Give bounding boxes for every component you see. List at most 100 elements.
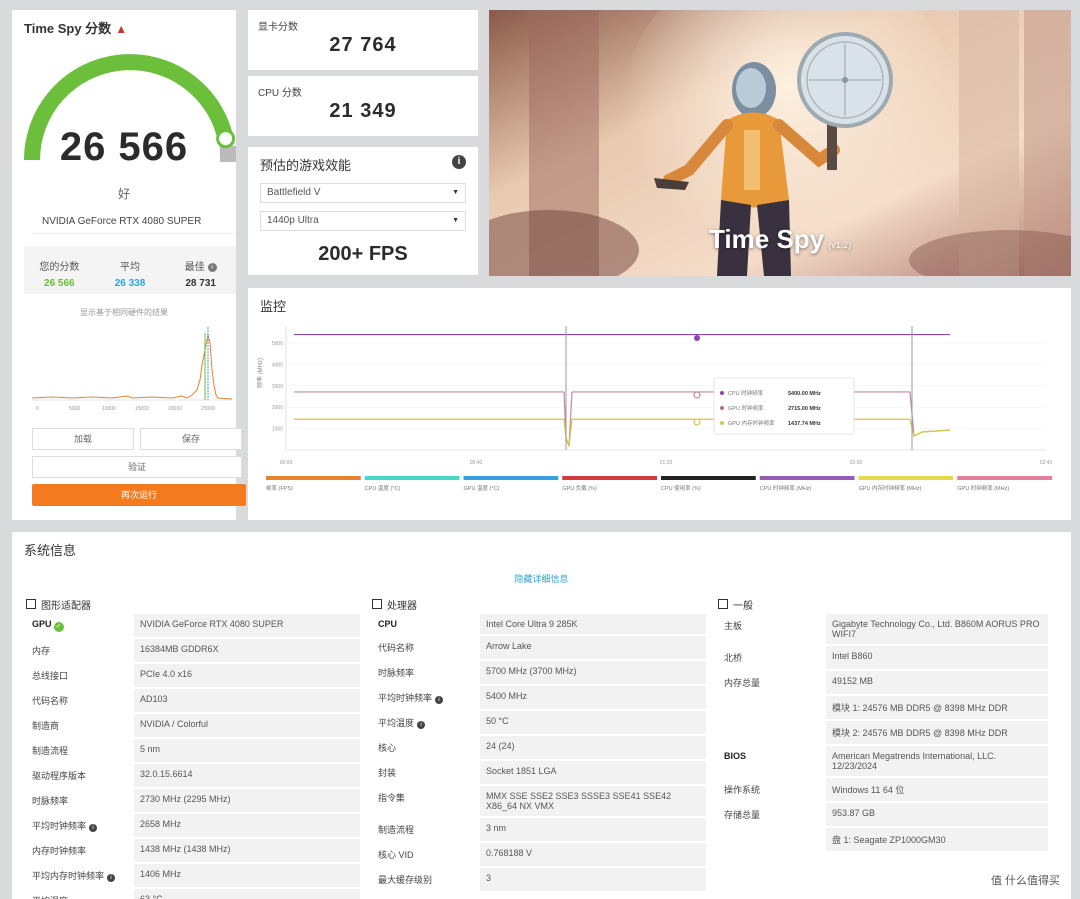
monitor-tooltip: CPU 时钟频率 5400.00 MHz GPU 时钟频率 2715.00 MHz GP… xyxy=(713,377,855,435)
info-key: 代码名称 xyxy=(378,643,415,653)
legend-swatch[interactable] xyxy=(858,476,954,480)
info-icon[interactable]: i xyxy=(89,824,98,832)
info-key: 制造流程 xyxy=(32,746,69,756)
info-row: 操作系统 Windows 11 64 位 xyxy=(718,778,1048,801)
info-icon[interactable]: i xyxy=(107,874,116,882)
graphics-score-card: 显卡分数 27 764 xyxy=(248,10,478,70)
validate-button[interactable]: 验证 xyxy=(32,456,242,478)
info-key: 平均温度i xyxy=(26,889,134,899)
monitor-icon xyxy=(26,599,36,609)
cpu-score-label: CPU 分数 xyxy=(258,88,302,99)
info-value: 模块 1: 24576 MB DDR5 @ 8398 MHz DDR xyxy=(826,696,1048,719)
stat-yours-label: 您的分数 xyxy=(39,262,80,273)
window-icon xyxy=(718,599,728,609)
monitor-y-tick: 5000 xyxy=(272,341,283,347)
stat-best-label: 最佳 xyxy=(184,262,205,273)
monitor-y-tick: 2000 xyxy=(272,405,283,411)
section-heading-text: 一般 xyxy=(733,600,753,612)
monitor-x-tick: 01:20 xyxy=(660,460,673,466)
info-value: NVIDIA / Colorful xyxy=(134,714,360,737)
game-select[interactable]: Battlefield V ▼ xyxy=(260,183,466,203)
dist-tick-label: 25000 xyxy=(201,406,215,412)
info-row: 核心 24 (24) xyxy=(372,736,706,759)
legend-swatch[interactable] xyxy=(957,476,1052,480)
stat-yours-value: 26 566 xyxy=(44,278,75,289)
system-info-title: 系统信息 xyxy=(24,543,77,558)
info-icon[interactable]: i xyxy=(435,696,444,704)
section-heading: 一般 xyxy=(718,596,1048,612)
save-button[interactable]: 保存 xyxy=(140,428,242,450)
info-key: 代码名称 xyxy=(32,696,69,706)
info-value: 5400 MHz xyxy=(480,686,706,709)
legend-label[interactable]: CPU 使用率 (%) xyxy=(661,484,701,492)
legend-swatch[interactable] xyxy=(364,476,460,480)
monitoring-panel: 监控 5000 4000 3000 2000 1000 00:00 00:40 01:20 02… xyxy=(248,288,1071,520)
info-icon[interactable]: i xyxy=(417,721,426,729)
info-row: 内存总量 49152 MB xyxy=(718,671,1048,694)
info-key: 制造流程 xyxy=(378,825,415,835)
info-value: 2658 MHz xyxy=(134,814,360,837)
info-key: 总线接口 xyxy=(32,671,69,681)
run-again-button[interactable]: 再次运行 xyxy=(32,484,246,506)
warning-icon[interactable]: ▲ xyxy=(115,22,127,36)
legend-label[interactable]: 帧率 (FPS) xyxy=(266,484,293,492)
resolution-select[interactable]: 1440p Ultra ▼ xyxy=(260,211,466,231)
info-row: 主板 Gigabyte Technology Co., Ltd. B860M AO… xyxy=(718,614,1048,644)
info-icon[interactable]: i xyxy=(452,155,466,169)
legend-swatch[interactable] xyxy=(661,476,756,480)
info-row: 制造流程 5 nm xyxy=(26,739,360,762)
gpu-info-column: 图形适配器 GPU ✓ NVIDIA GeForce RTX 4080 SUPER 内存… xyxy=(26,596,360,899)
section-heading-text: 图形适配器 xyxy=(41,600,91,612)
info-row: 平均时钟频率 i 5400 MHz xyxy=(372,686,706,709)
legend-swatch[interactable] xyxy=(266,476,361,480)
legend-label[interactable]: GPU 内存时钟频率 (MHz) xyxy=(859,484,922,492)
info-key: 操作系统 xyxy=(724,785,761,795)
monitor-legend[interactable]: 帧率 (FPS) CPU 温度 (°C) GPU 温度 (°C) GPU 负载 (%)… xyxy=(266,476,1052,492)
info-key: GPU ✓ xyxy=(26,614,134,637)
hide-details-link[interactable]: 隐藏详细信息 xyxy=(12,572,1071,585)
monitor-y-tick: 3000 xyxy=(272,384,283,390)
info-icon[interactable]: i xyxy=(207,263,217,272)
info-value: Gigabyte Technology Co., Ltd. B860M AORU… xyxy=(826,614,1048,644)
tooltip-label: GPU 内存时钟频率 xyxy=(728,419,775,427)
info-value: 24 (24) xyxy=(480,736,706,759)
info-key: 驱动程序版本 xyxy=(32,771,87,781)
monitoring-chart: 5000 4000 3000 2000 1000 00:00 00:40 01:20 02:00… xyxy=(256,326,1053,492)
cpu-score-card: CPU 分数 21 349 xyxy=(248,76,478,136)
monitor-x-tick: 02:40 xyxy=(1040,460,1053,466)
info-value: 0.768188 V xyxy=(480,843,706,866)
legend-label[interactable]: GPU 时钟频率 (MHz) xyxy=(957,484,1009,492)
legend-label[interactable]: GPU 温度 (°C) xyxy=(464,484,500,492)
info-key: 制造商 xyxy=(32,721,60,731)
hero-title: Time Spy (v1.2) xyxy=(709,224,851,255)
info-value: American Megatrends International, LLC. … xyxy=(826,746,1048,776)
legend-label[interactable]: GPU 负载 (%) xyxy=(562,484,597,492)
info-row: 平均温度i63 °C xyxy=(26,889,360,899)
monitor-y-axis-label: 频率 (MHz) xyxy=(256,358,264,388)
info-key: 存储总量 xyxy=(724,810,761,820)
watermark: 值 什么值得买 xyxy=(987,871,1063,889)
legend-swatch[interactable] xyxy=(562,476,657,480)
info-key: 内存时钟频率 xyxy=(32,846,87,856)
monitor-y-tick: 4000 xyxy=(272,362,283,368)
tooltip-swatch xyxy=(720,421,724,425)
legend-label[interactable]: CPU 温度 (°C) xyxy=(365,484,401,492)
info-row: 制造商 NVIDIA / Colorful xyxy=(26,714,360,737)
general-info-column: 一般主板 Gigabyte Technology Co., Ltd. B860M … xyxy=(718,596,1048,851)
info-value: 32.0.15.6614 xyxy=(134,764,360,787)
dist-curve xyxy=(32,334,232,400)
benchmark-hero-image: Time Spy (v1.2) xyxy=(489,10,1071,276)
info-key: 平均温度i xyxy=(372,711,480,734)
info-value: 63 °C xyxy=(134,889,360,899)
tooltip-value: 1437.74 MHz xyxy=(788,421,821,427)
load-button[interactable]: 加载 xyxy=(32,428,134,450)
chevron-down-icon: ▼ xyxy=(452,217,459,224)
info-row: 驱动程序版本 32.0.15.6614 xyxy=(26,764,360,787)
legend-swatch[interactable] xyxy=(463,476,559,480)
legend-swatch[interactable] xyxy=(759,476,855,480)
legend-label[interactable]: CPU 时钟频率 (MHz) xyxy=(760,484,812,492)
game-performance-title: 预估的游戏效能 xyxy=(260,158,352,173)
graphics-score-value: 27 764 xyxy=(329,34,397,56)
info-value: 953.87 GB xyxy=(826,803,1048,826)
score-title: Time Spy 分数 ▲ xyxy=(24,18,127,37)
